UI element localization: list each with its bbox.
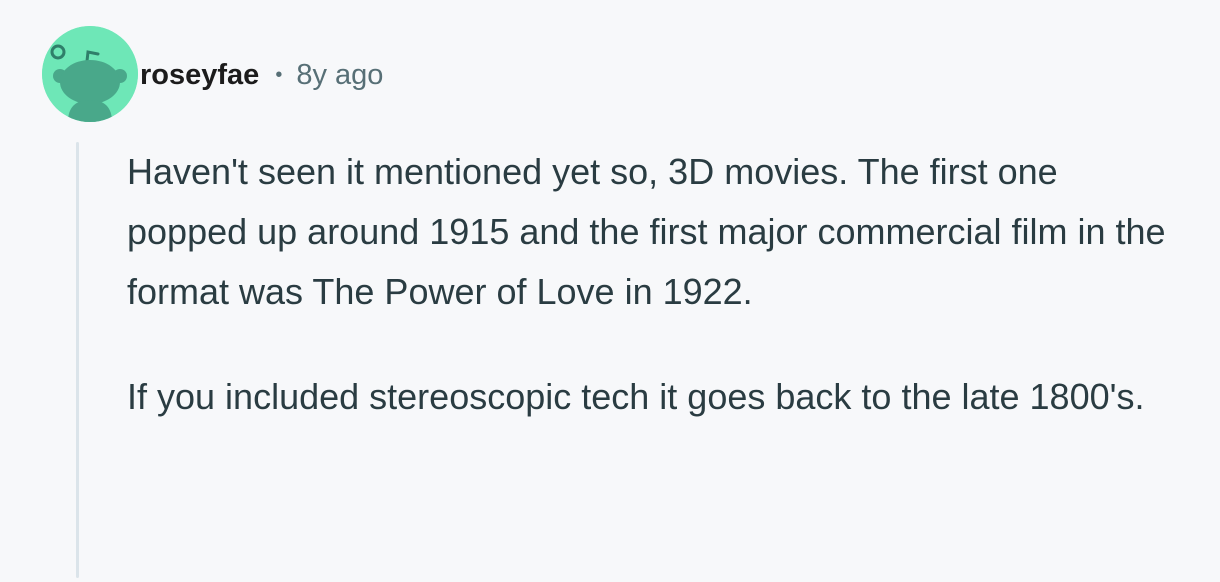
comment-paragraph: If you included stereoscopic tech it goe… (127, 376, 1145, 417)
comment-paragraph: Haven't seen it mentioned yet so, 3D mov… (127, 151, 1166, 312)
meta-separator: • (275, 63, 283, 86)
comment: roseyfae • 8y ago Haven't seen it mentio… (0, 0, 1220, 582)
comment-body: Haven't seen it mentioned yet so, 3D mov… (127, 142, 1167, 427)
user-avatar[interactable] (42, 26, 138, 122)
reddit-snoo-avatar-icon (42, 26, 138, 122)
timestamp[interactable]: 8y ago (296, 59, 383, 92)
username-link[interactable]: roseyfae (140, 59, 259, 92)
thread-line[interactable] (76, 142, 79, 578)
comment-meta: roseyfae • 8y ago (140, 52, 383, 98)
